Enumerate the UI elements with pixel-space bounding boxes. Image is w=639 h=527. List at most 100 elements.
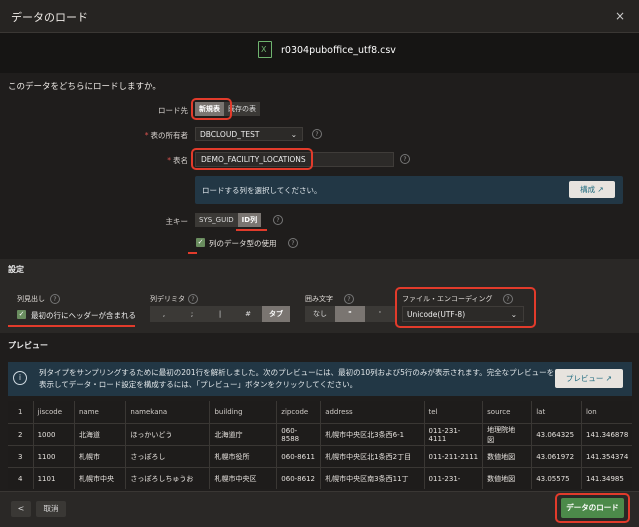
enclosure-double-quote[interactable]: "	[335, 306, 365, 322]
table-cell: 2	[8, 423, 34, 446]
table-cell: 札幌市中央	[74, 467, 127, 489]
info-icon: i	[13, 371, 27, 385]
table-cell: 4	[8, 467, 34, 489]
open-dialog-icon: ↗	[597, 185, 604, 194]
table-cell: 札幌市中央区南3条西11丁	[320, 467, 425, 489]
column-header: zipcode	[276, 401, 322, 424]
underline-checkbox	[188, 252, 197, 254]
primary-key-segmented: SYS_GUID ID列	[195, 213, 262, 227]
table-cell: 札幌市	[74, 445, 127, 468]
table-cell: 060-8612	[276, 467, 322, 489]
column-header-label: 列見出し	[17, 295, 45, 303]
table-cell: 3	[8, 445, 34, 468]
table-cell: 060- 8588	[276, 423, 322, 446]
delimiter-segmented: , ; | # タブ	[150, 306, 290, 322]
table-cell: 札幌市中央区北1条西2丁目	[320, 445, 425, 468]
table-cell: さっぽろしちゅうお	[125, 467, 211, 489]
table-cell: 札幌市役所	[209, 445, 278, 468]
table-cell: さっぽろし	[125, 445, 211, 468]
column-header: 1	[8, 401, 34, 424]
table-cell: 141.354374	[581, 445, 632, 468]
load-target-label: ロード先	[158, 106, 188, 115]
table-cell: 1100	[33, 445, 75, 468]
delimiter-comma[interactable]: ,	[150, 306, 178, 322]
back-button[interactable]: <	[11, 501, 31, 517]
close-icon[interactable]: ×	[611, 7, 629, 25]
enclosure-single-quote[interactable]: '	[365, 306, 395, 322]
enclosure-label: 囲み文字	[305, 295, 333, 303]
delimiter-tab[interactable]: タブ	[262, 306, 290, 322]
table-cell: 数値地図	[482, 467, 533, 489]
cancel-button[interactable]: 取消	[36, 501, 66, 517]
use-column-types-checkbox[interactable]: ✓	[196, 238, 205, 247]
column-header: lon	[581, 401, 632, 424]
table-row: 2 1000 北海道 ほっかいどう 北海道庁 060- 8588 札幌市中央区北3条西6-1 0…	[8, 423, 632, 446]
table-cell: 060-8611	[276, 445, 322, 468]
table-cell: 1101	[33, 467, 75, 489]
help-icon[interactable]: ?	[188, 294, 198, 304]
table-cell: ほっかいどう	[125, 423, 211, 446]
dialog-footer	[0, 491, 639, 527]
column-header: name	[74, 401, 127, 424]
column-header: building	[209, 401, 278, 424]
table-cell: 141.34985	[581, 467, 632, 489]
header-row-checkbox[interactable]: ✓	[17, 310, 26, 319]
table-cell: 011-231-	[424, 467, 484, 489]
file-name: r0304puboffice_utf8.csv	[281, 45, 396, 56]
column-header: source	[482, 401, 533, 424]
table-cell: 43.064325	[531, 423, 582, 446]
dialog-title: データのロード	[11, 11, 88, 24]
table-row: 4 1101 札幌市中央 さっぽろしちゅうお 札幌市中央区 060-8612 札幌市中央区南…	[8, 467, 632, 489]
sys-guid-option[interactable]: SYS_GUID	[195, 213, 238, 227]
table-cell: 43.05575	[531, 467, 582, 489]
preview-button[interactable]: プレビュー ↗	[555, 369, 623, 388]
header-row-label: 最初の行にヘッダーが含まれる	[31, 311, 136, 320]
column-header: namekana	[125, 401, 211, 424]
highlight-new-table	[191, 98, 232, 120]
enclosure-none[interactable]: なし	[305, 306, 335, 322]
table-cell: 北海道庁	[209, 423, 278, 446]
preview-info-box: i 列タイプをサンプリングするために最初の201行を解析しました。次のプレビュー…	[8, 362, 632, 396]
enclosure-segmented: なし " '	[305, 306, 395, 322]
open-dialog-icon: ↗	[605, 374, 613, 383]
highlight-load-button	[555, 493, 630, 523]
table-cell: 札幌市中央区	[209, 467, 278, 489]
underline-header-row	[8, 325, 135, 327]
help-icon[interactable]: ?	[344, 294, 354, 304]
delimiter-hash[interactable]: #	[234, 306, 262, 322]
help-icon[interactable]: ?	[273, 215, 283, 225]
table-cell: 北海道	[74, 423, 127, 446]
help-icon[interactable]: ?	[400, 154, 410, 164]
table-cell: 札幌市中央区北3条西6-1	[320, 423, 425, 446]
table-cell: 1000	[33, 423, 75, 446]
preview-table-wrap: 1 jiscode name namekana building zipcode addre…	[8, 401, 632, 489]
help-icon[interactable]: ?	[312, 129, 322, 139]
table-cell: 43.061972	[531, 445, 582, 468]
table-cell: 011-211-2111	[424, 445, 484, 468]
id-column-option[interactable]: ID列	[237, 213, 262, 227]
table-cell: 数値地図	[482, 445, 533, 468]
delimiter-semicolon[interactable]: ;	[178, 306, 206, 322]
column-header: lat	[531, 401, 582, 424]
column-header: address	[320, 401, 425, 424]
columns-info-text: ロードする列を選択してください。	[202, 186, 322, 195]
table-row: 3 1100 札幌市 さっぽろし 札幌市役所 060-8611 札幌市中央区北1条西2丁目 0…	[8, 445, 632, 468]
underline-id-column	[236, 229, 267, 231]
primary-key-label: 主キー	[165, 217, 189, 226]
delimiter-pipe[interactable]: |	[206, 306, 234, 322]
configure-button[interactable]: 構成 ↗	[569, 181, 615, 198]
preview-info-text: 列タイプをサンプリングするために最初の201行を解析しました。次のプレビューには…	[39, 368, 555, 389]
column-header: tel	[424, 401, 484, 424]
chevron-down-icon: ⌄	[290, 130, 297, 139]
use-column-types-label: 列のデータ型の使用	[209, 239, 277, 248]
highlight-encoding	[395, 287, 536, 328]
owner-label: * 表の所有者	[144, 131, 188, 140]
preview-header: プレビュー	[8, 341, 48, 350]
table-cell: 011-231- 4111	[424, 423, 484, 446]
table-name-label: * 表名	[167, 156, 188, 165]
help-icon[interactable]: ?	[50, 294, 60, 304]
owner-select[interactable]: DBCLOUD_TEST ⌄	[195, 127, 303, 141]
settings-header: 設定	[8, 265, 24, 274]
highlight-table-name	[191, 148, 313, 170]
help-icon[interactable]: ?	[288, 238, 298, 248]
